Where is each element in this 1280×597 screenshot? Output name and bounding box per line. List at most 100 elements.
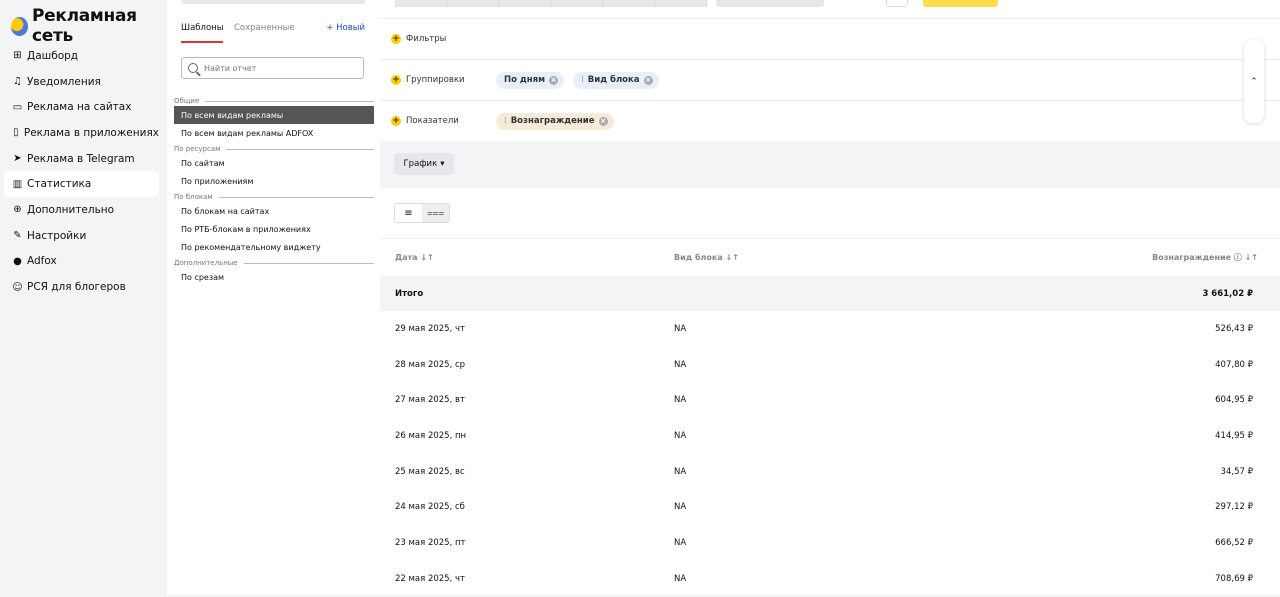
templates-tabs: Шаблоны Сохраненные + Новый — [181, 20, 365, 44]
sidebar-item-0[interactable]: ⊞ Дашборд — [4, 43, 159, 69]
table-row: 26 мая 2025, пн NA 414,95 ₽ — [380, 418, 1280, 454]
period-button[interactable] — [603, 0, 655, 7]
table-row: 24 мая 2025, сб NA 297,12 ₽ — [380, 489, 1280, 525]
period-button[interactable] — [551, 0, 603, 7]
remove-chip-icon[interactable]: × — [549, 75, 559, 85]
column-block-header[interactable]: Вид блока ↓↑ — [674, 253, 739, 262]
sidebar-item-label: Настройки — [27, 229, 87, 242]
groupings-row: + Группировки По дням × ⁞ Вид блока × — [380, 60, 1280, 101]
add-grouping-icon[interactable]: + — [391, 75, 401, 85]
filters-label[interactable]: Фильтры — [406, 34, 446, 44]
toolbar-small-button[interactable] — [886, 0, 908, 7]
cell-date: 25 мая 2025, вс — [395, 466, 465, 477]
total-label: Итого — [395, 288, 424, 299]
adfox-icon: ● — [13, 255, 22, 267]
tab-saved[interactable]: Сохраненные — [234, 23, 295, 33]
cell-date: 24 мая 2025, сб — [395, 502, 465, 513]
sidebar-item-2[interactable]: ▭ Реклама на сайтах — [4, 94, 159, 120]
templates-top-bar — [182, 0, 365, 4]
sidebar-item-5[interactable]: ▥ Статистика — [4, 171, 159, 198]
grouping-chip-days[interactable]: По дням × — [496, 71, 565, 89]
column-date-header[interactable]: Дата ↓↑ — [395, 253, 434, 262]
bell-icon: ♫ — [13, 76, 22, 88]
drag-handle-icon[interactable]: ⁞ — [581, 75, 584, 85]
total-value: 3 661,02 ₽ — [1202, 288, 1253, 299]
grouping-chip-block[interactable]: ⁞ Вид блока × — [573, 71, 659, 89]
cell-block: NA — [674, 359, 687, 370]
app-logo[interactable]: Рекламная сеть — [11, 6, 167, 46]
wrench-icon: ✎ — [13, 230, 22, 242]
chart-toggle-button[interactable]: График ▾ — [394, 153, 454, 175]
chart-bar: График ▾ — [380, 141, 1280, 188]
plus-circle-icon: ⊕ — [13, 204, 22, 216]
sidebar-item-label: Реклама в Telegram — [27, 152, 135, 165]
sidebar-item-1[interactable]: ♫ Уведомления — [4, 69, 159, 95]
sidebar-item-label: Дашборд — [27, 49, 79, 62]
cell-date: 23 мая 2025, пт — [395, 537, 466, 548]
cell-reward: 708,69 ₽ — [1215, 573, 1253, 584]
sidebar-item-6[interactable]: ⊕ Дополнительно — [4, 197, 159, 223]
period-button[interactable] — [447, 0, 499, 7]
new-template-button[interactable]: + Новый — [326, 23, 365, 33]
sidebar-item-3[interactable]: ▯ Реклама в приложениях — [4, 120, 159, 146]
template-list: Общие По всем видам рекламы По всем вида… — [174, 94, 374, 286]
template-item-all-adfox[interactable]: По всем видам рекламы ADFOX — [174, 124, 374, 142]
table-view-icon[interactable]: ≡ — [395, 204, 422, 222]
tree-view-icon[interactable]: ⩶ — [422, 204, 449, 222]
cell-reward: 34,57 ₽ — [1220, 466, 1253, 477]
metrics-row: + Показатели ⁞ Вознаграждение × — [380, 101, 1280, 142]
sidebar-item-7[interactable]: ✎ Настройки — [4, 223, 159, 249]
sidebar-item-label: Статистика — [27, 178, 92, 191]
date-range-picker[interactable] — [716, 0, 824, 7]
cell-block: NA — [674, 466, 687, 477]
chevron-down-icon: ▾ — [440, 159, 445, 169]
sidebar-item-8[interactable]: ● Adfox — [4, 249, 159, 275]
template-item-widget[interactable]: По рекомендательному виджету — [174, 238, 374, 256]
template-item-all[interactable]: По всем видам рекламы — [174, 106, 374, 124]
add-metric-icon[interactable]: + — [391, 116, 401, 126]
metric-chip-reward[interactable]: ⁞ Вознаграждение × — [496, 112, 614, 130]
sidebar-item-label: Adfox — [27, 255, 57, 268]
filters-row: + Фильтры — [380, 19, 1280, 60]
report-main: + Фильтры + Группировки По дням × ⁞ Вид бл… — [380, 0, 1280, 595]
tab-templates[interactable]: Шаблоны — [181, 23, 224, 43]
sidebar: Рекламная сеть ⊞ Дашборд ♫ Уведомления ▭ Рекл… — [0, 0, 167, 595]
table-row: 22 мая 2025, чт NA 708,69 ₽ — [380, 561, 1280, 597]
sidebar-item-4[interactable]: ➤ Реклама в Telegram — [4, 146, 159, 172]
template-item-blocks-sites[interactable]: По блокам на сайтах — [174, 202, 374, 220]
metrics-label[interactable]: Показатели — [406, 116, 496, 126]
chart-icon: ▥ — [12, 178, 23, 190]
groupings-label[interactable]: Группировки — [406, 75, 496, 85]
template-item-apps[interactable]: По приложениям — [174, 172, 374, 190]
search-input[interactable] — [204, 63, 354, 73]
add-filter-icon[interactable]: + — [391, 34, 401, 44]
cell-reward: 666,52 ₽ — [1215, 537, 1253, 548]
cell-reward: 414,95 ₽ — [1215, 430, 1253, 441]
remove-chip-icon[interactable]: × — [643, 75, 653, 85]
table-row: 23 мая 2025, пт NA 666,52 ₽ — [380, 525, 1280, 561]
view-switcher: ≡ ⩶ — [394, 203, 450, 223]
smile-icon: ☺ — [12, 281, 23, 293]
remove-chip-icon[interactable]: × — [598, 116, 608, 126]
sidebar-item-label: Уведомления — [27, 75, 101, 88]
drag-handle-icon[interactable]: ⁞ — [504, 116, 507, 126]
template-item-rtb-apps[interactable]: По РТБ-блокам в приложениях — [174, 220, 374, 238]
sidebar-item-9[interactable]: ☺ РСЯ для блогеров — [4, 274, 159, 300]
cell-block: NA — [674, 502, 687, 513]
period-buttons — [395, 0, 707, 7]
cell-block: NA — [674, 573, 687, 584]
group-extra: Дополнительные — [174, 258, 374, 268]
collapse-panel-button[interactable]: ⌃ — [1244, 40, 1264, 123]
sidebar-item-label: РСЯ для блогеров — [27, 281, 126, 294]
build-report-button[interactable] — [923, 0, 998, 7]
period-button[interactable] — [655, 0, 707, 7]
period-button[interactable] — [499, 0, 551, 7]
period-button[interactable] — [395, 0, 447, 7]
cell-date: 29 мая 2025, чт — [395, 323, 465, 334]
chevron-up-icon: ⌃ — [1250, 76, 1258, 87]
template-item-sites[interactable]: По сайтам — [174, 154, 374, 172]
template-item-slices[interactable]: По срезам — [174, 268, 374, 286]
table-row: 29 мая 2025, чт NA 526,43 ₽ — [380, 311, 1280, 347]
column-reward-header[interactable]: Вознаграждение ⓘ ↓↑ — [1152, 252, 1258, 263]
report-search[interactable] — [181, 57, 364, 79]
